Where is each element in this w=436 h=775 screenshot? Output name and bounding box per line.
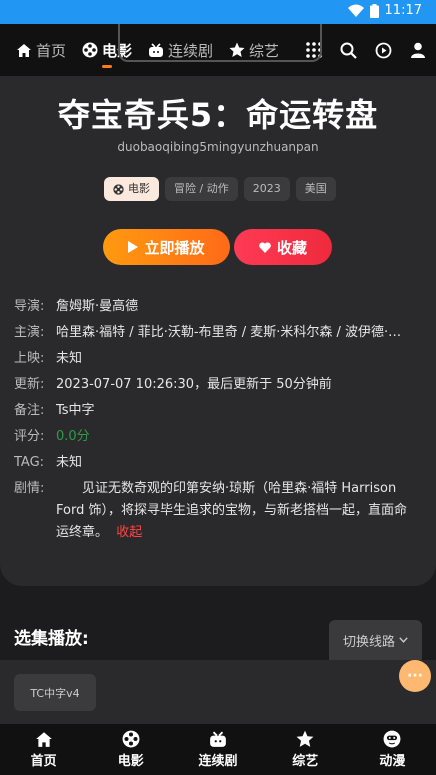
tv-icon — [210, 731, 226, 747]
director-label: 导演: — [14, 299, 45, 314]
region-tag[interactable]: 美国 — [295, 177, 336, 201]
info-row-note: 备注: Ts中字 — [14, 398, 414, 424]
note-label: 备注: — [14, 403, 45, 418]
info-row-release: 上映: 未知 — [14, 346, 414, 372]
wifi-icon — [347, 4, 364, 17]
director-value[interactable]: 詹姆斯·曼高德 — [56, 294, 138, 320]
status-time: 11:17 — [384, 3, 422, 18]
bottom-nav-home-label: 首页 — [30, 753, 57, 769]
home-icon — [35, 731, 52, 747]
episode-item[interactable]: TC中字v4 — [14, 674, 96, 711]
movie-detail-card: 夺宝奇兵5：命运转盘 duobaoqibing5mingyunzhuanpan … — [0, 76, 436, 586]
switch-source-label: 切换线路 — [342, 634, 395, 650]
top-nav-actions — [306, 24, 426, 76]
bottom-nav-anime-label: 动漫 — [379, 754, 406, 769]
collapse-link[interactable]: 收起 — [116, 525, 142, 540]
heart-icon — [259, 241, 271, 253]
star-icon — [229, 42, 245, 57]
plot-text: 见证无数奇观的印第安纳·琼斯（哈里森·福特 Harrison Ford 饰），将… — [56, 481, 407, 540]
cast-value[interactable]: 哈里森·福特 / 菲比·沃勒-布里奇 / 麦斯·米科尔森 / 波伊德·霍布... — [56, 320, 414, 346]
note-value: Ts中字 — [56, 403, 95, 418]
episodes-section-title: 选集播放: — [14, 629, 89, 649]
movie-pinyin: duobaoqibing5mingyunzhuanpan — [117, 140, 319, 154]
movie-info: 导演: 詹姆斯·曼高德 主演: 哈里森·福特 / 菲比·沃勒-布里奇 / 麦斯·… — [14, 294, 414, 544]
grid-menu-icon[interactable] — [306, 42, 322, 58]
movie-tags: 电影 冒险 / 动作 2023 美国 — [104, 177, 336, 201]
bottom-nav-movie-label: 电影 — [117, 754, 144, 769]
info-row-director: 导演: 詹姆斯·曼高德 — [14, 294, 414, 320]
release-label: 上映: — [14, 351, 45, 366]
tag-label: TAG: — [14, 455, 45, 470]
search-icon[interactable] — [340, 42, 357, 59]
star-icon — [296, 730, 314, 747]
action-buttons: 立即播放 收藏 — [103, 229, 332, 265]
top-nav-movie[interactable]: 电影 — [82, 24, 132, 76]
film-reel-icon — [122, 730, 140, 748]
bottom-nav: 首页 电影 连续剧 综艺 动漫 — [0, 724, 436, 775]
home-icon — [17, 43, 31, 57]
year-tag[interactable]: 2023 — [243, 177, 290, 201]
tag-value: 未知 — [56, 455, 83, 470]
bottom-nav-anime[interactable]: 动漫 — [349, 724, 436, 775]
rating-label: 评分: — [14, 429, 45, 444]
bottom-nav-variety-label: 综艺 — [292, 754, 319, 769]
top-nav-variety[interactable]: 综艺 — [229, 24, 279, 76]
top-nav-variety-label: 综艺 — [249, 41, 280, 60]
film-reel-icon — [113, 183, 124, 195]
top-nav-series-label: 连续剧 — [168, 41, 214, 60]
bottom-nav-home[interactable]: 首页 — [0, 724, 87, 775]
favorite-button[interactable]: 收藏 — [234, 229, 332, 265]
history-play-icon[interactable] — [375, 42, 392, 59]
play-icon — [128, 241, 139, 253]
battery-icon — [369, 3, 379, 18]
chevron-down-icon — [399, 637, 408, 643]
play-now-button[interactable]: 立即播放 — [103, 229, 230, 265]
switch-source-button[interactable]: 切换线路 — [329, 620, 422, 660]
user-icon[interactable] — [410, 42, 426, 58]
category-tag[interactable]: 电影 — [104, 177, 159, 201]
cast-label: 主演: — [14, 325, 45, 340]
movie-title: 夺宝奇兵5：命运转盘 — [57, 96, 379, 134]
plot-label: 剧情: — [14, 481, 45, 496]
info-row-plot: 剧情: 见证无数奇观的印第安纳·琼斯（哈里森·福特 Harrison Ford … — [14, 476, 414, 544]
bottom-nav-series-label: 连续剧 — [198, 753, 238, 769]
top-nav-home-label: 首页 — [36, 41, 67, 60]
more-options-fab[interactable]: ··· — [399, 660, 431, 692]
film-reel-icon — [82, 42, 98, 58]
status-bar: 11:17 — [0, 0, 436, 24]
release-value: 未知 — [56, 351, 83, 366]
update-value: 2023-07-07 10:26:30，最后更新于 50分钟前 — [56, 377, 332, 392]
play-now-label: 立即播放 — [144, 238, 205, 257]
info-row-update: 更新: 2023-07-07 10:26:30，最后更新于 50分钟前 — [14, 372, 414, 398]
tv-icon — [149, 42, 164, 57]
top-nav-home[interactable]: 首页 — [16, 24, 66, 76]
top-nav-series[interactable]: 连续剧 — [148, 24, 213, 76]
top-nav-movie-label: 电影 — [102, 41, 133, 60]
info-row-tag: TAG: 未知 — [14, 450, 414, 476]
bottom-nav-variety[interactable]: 综艺 — [262, 724, 349, 775]
favorite-label: 收藏 — [276, 238, 307, 257]
genre-tag[interactable]: 冒险 / 动作 — [165, 177, 238, 201]
category-tag-label: 电影 — [128, 182, 150, 195]
info-row-cast: 主演: 哈里森·福特 / 菲比·沃勒-布里奇 / 麦斯·米科尔森 / 波伊德·霍… — [14, 320, 414, 346]
plot-value: 见证无数奇观的印第安纳·琼斯（哈里森·福特 Harrison Ford 饰），将… — [56, 476, 414, 544]
top-nav: 首页 电影 连续剧 综艺 — [0, 24, 436, 76]
bottom-nav-series[interactable]: 连续剧 — [174, 724, 261, 775]
smiley-icon — [383, 730, 401, 748]
update-label: 更新: — [14, 377, 45, 392]
rating-value: 0.0分 — [56, 429, 90, 444]
episode-list: TC中字v4 — [0, 660, 436, 724]
info-row-rating: 评分: 0.0分 — [14, 424, 414, 450]
bottom-nav-movie[interactable]: 电影 — [87, 724, 174, 775]
